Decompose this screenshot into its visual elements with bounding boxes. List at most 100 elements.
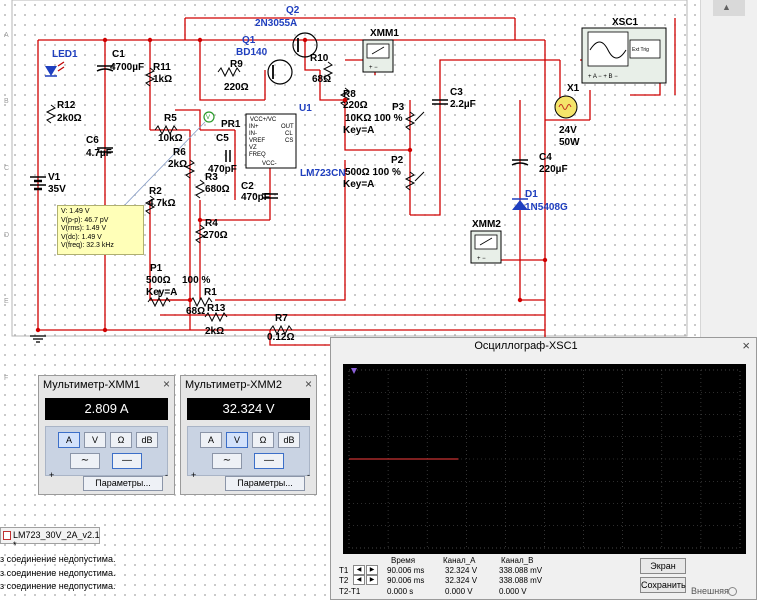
external-radio[interactable] [728, 587, 737, 596]
p2-key: Key=A [343, 179, 374, 190]
t1-left-arrow-icon[interactable]: ◀ [353, 565, 365, 575]
readout-t2-chb: 338.088 mV [499, 576, 543, 585]
oscilloscope-readout: Время Канал_A Канал_B T1 ◀ ▶ 90.006 ms 3… [333, 554, 643, 600]
ext-trig-label: Ext Trig [632, 47, 649, 53]
probe-vdc: V(dc): 1.49 V [61, 233, 102, 241]
vertical-scrollbar[interactable]: ▲ [700, 0, 757, 340]
r6-value: 2kΩ [168, 159, 187, 170]
row-label: A [4, 32, 9, 39]
readout-t1-cha: 32.324 V [445, 566, 478, 575]
r8-value: 220Ω [343, 100, 368, 111]
log-line: з соединение недопустима. [0, 554, 116, 564]
r11-label: R11 [153, 62, 171, 73]
parameters-button[interactable]: Параметры... [83, 476, 163, 491]
scroll-up-icon[interactable]: ▲ [722, 2, 731, 12]
multimeter-controls: A V Ω dB ∼ — [45, 426, 168, 476]
close-icon[interactable]: × [305, 377, 312, 391]
row-label: D [4, 232, 9, 239]
r12-value: 2k0Ω [57, 113, 82, 124]
row-label: F [4, 375, 8, 382]
c5-label: C5 [216, 133, 229, 144]
u1-pin: OUT [281, 124, 294, 130]
r1-label: R1 [204, 287, 217, 298]
r12-label: R12 [57, 100, 76, 111]
mode-volt-button[interactable]: V [84, 432, 106, 448]
log-line: з соединение недопустима. [0, 581, 116, 591]
terminal-plus: + [191, 470, 197, 480]
save-button[interactable]: Сохранить [640, 577, 686, 593]
r13-symbol [204, 311, 228, 323]
close-icon[interactable]: × [163, 377, 170, 391]
readout-diff-chb: 0.000 V [499, 587, 527, 596]
mode-ohm-button[interactable]: Ω [252, 432, 274, 448]
terminal-minus: - [307, 470, 310, 480]
readout-t2-cha: 32.324 V [445, 576, 478, 585]
dc-line-button[interactable]: — [254, 453, 284, 469]
readout-header-chb: Канал_B [501, 556, 534, 565]
p2-value: 500Ω 100 % [345, 167, 401, 178]
tab-label: LM723_30V_2A_v2.1 * [13, 530, 100, 550]
t2-right-arrow-icon[interactable]: ▶ [366, 575, 378, 585]
row-label: E [4, 298, 9, 305]
t2-left-arrow-icon[interactable]: ◀ [353, 575, 365, 585]
r5-value: 10kΩ [158, 133, 183, 144]
c4-label: C4 [539, 152, 552, 163]
p1-label: P1 [150, 263, 163, 274]
message-log: з соединение недопустима. з соединение н… [0, 553, 330, 594]
probe-vpp: V(p-p): 46.7 pV [61, 216, 109, 224]
oscilloscope-screen[interactable] [343, 364, 746, 554]
ac-wave-button[interactable]: ∼ [212, 453, 242, 469]
q1-label: Q1 [242, 35, 256, 46]
cursor-t1-icon [351, 368, 357, 374]
d1-label: D1 [525, 189, 538, 200]
r12-symbol [45, 104, 57, 124]
mode-volt-button[interactable]: V [226, 432, 248, 448]
p2-label: P2 [391, 155, 404, 166]
v1-value: 35V [48, 184, 66, 195]
readout-header-time: Время [391, 556, 416, 565]
mode-db-button[interactable]: dB [136, 432, 158, 448]
probe-v: V: 1.49 V [61, 208, 90, 215]
r3-symbol [194, 179, 206, 199]
terminal-minus: - [165, 470, 168, 480]
multimeter-controls: A V Ω dB ∼ — [187, 426, 310, 476]
c1-label: C1 [112, 49, 125, 60]
r3-label: R3 [205, 172, 218, 183]
v1-label: V1 [48, 172, 61, 183]
u1-pin: VCC- [262, 161, 277, 167]
svg-text:+ −: + − [369, 65, 378, 71]
x1-power: 50W [559, 137, 580, 148]
multimeter-xmm2-window[interactable]: Мультиметр-XMM2 × 32.324 V A V Ω dB ∼ — … [180, 375, 317, 495]
multimeter-xmm1-window[interactable]: Мультиметр-XMM1 × 2.809 A A V Ω dB ∼ — +… [38, 375, 175, 495]
terminal-plus: + [49, 470, 55, 480]
document-tab[interactable]: LM723_30V_2A_v2.1 * [0, 527, 100, 550]
xsc1-label: XSC1 [612, 17, 639, 28]
external-label: Внешняя [691, 586, 729, 596]
svg-text:V: V [206, 115, 210, 121]
r5-label: R5 [164, 113, 177, 124]
ac-wave-button[interactable]: ∼ [70, 453, 100, 469]
dc-line-button[interactable]: — [112, 453, 142, 469]
pr1-label: PR1 [221, 119, 241, 130]
c3-value: 2.2µF [450, 99, 476, 110]
r10-value: 68Ω [312, 74, 331, 85]
mode-ohm-button[interactable]: Ω [110, 432, 132, 448]
close-icon[interactable]: × [742, 338, 750, 353]
q2-label: Q2 [286, 5, 300, 16]
readout-t1-time: 90.006 ms [387, 566, 425, 575]
u1-pin: VREF [249, 138, 265, 144]
oscilloscope-window[interactable]: Осциллограф-XSC1 × Время Канал_A Канал_B… [330, 337, 757, 600]
multimeter-title: Мультиметр-XMM1 [43, 379, 140, 391]
multimeter-reading: 32.324 V [187, 398, 310, 420]
u1-pin: CS [285, 138, 293, 144]
mode-db-button[interactable]: dB [278, 432, 300, 448]
mode-ampere-button[interactable]: A [58, 432, 80, 448]
screen-button[interactable]: Экран [640, 558, 686, 574]
row-label: C [4, 165, 9, 172]
p1-value: 500Ω [146, 275, 171, 286]
r7-label: R7 [275, 313, 288, 324]
mode-ampere-button[interactable]: A [200, 432, 222, 448]
c1-value: 4700µF [110, 62, 144, 73]
t1-right-arrow-icon[interactable]: ▶ [366, 565, 378, 575]
parameters-button[interactable]: Параметры... [225, 476, 305, 491]
